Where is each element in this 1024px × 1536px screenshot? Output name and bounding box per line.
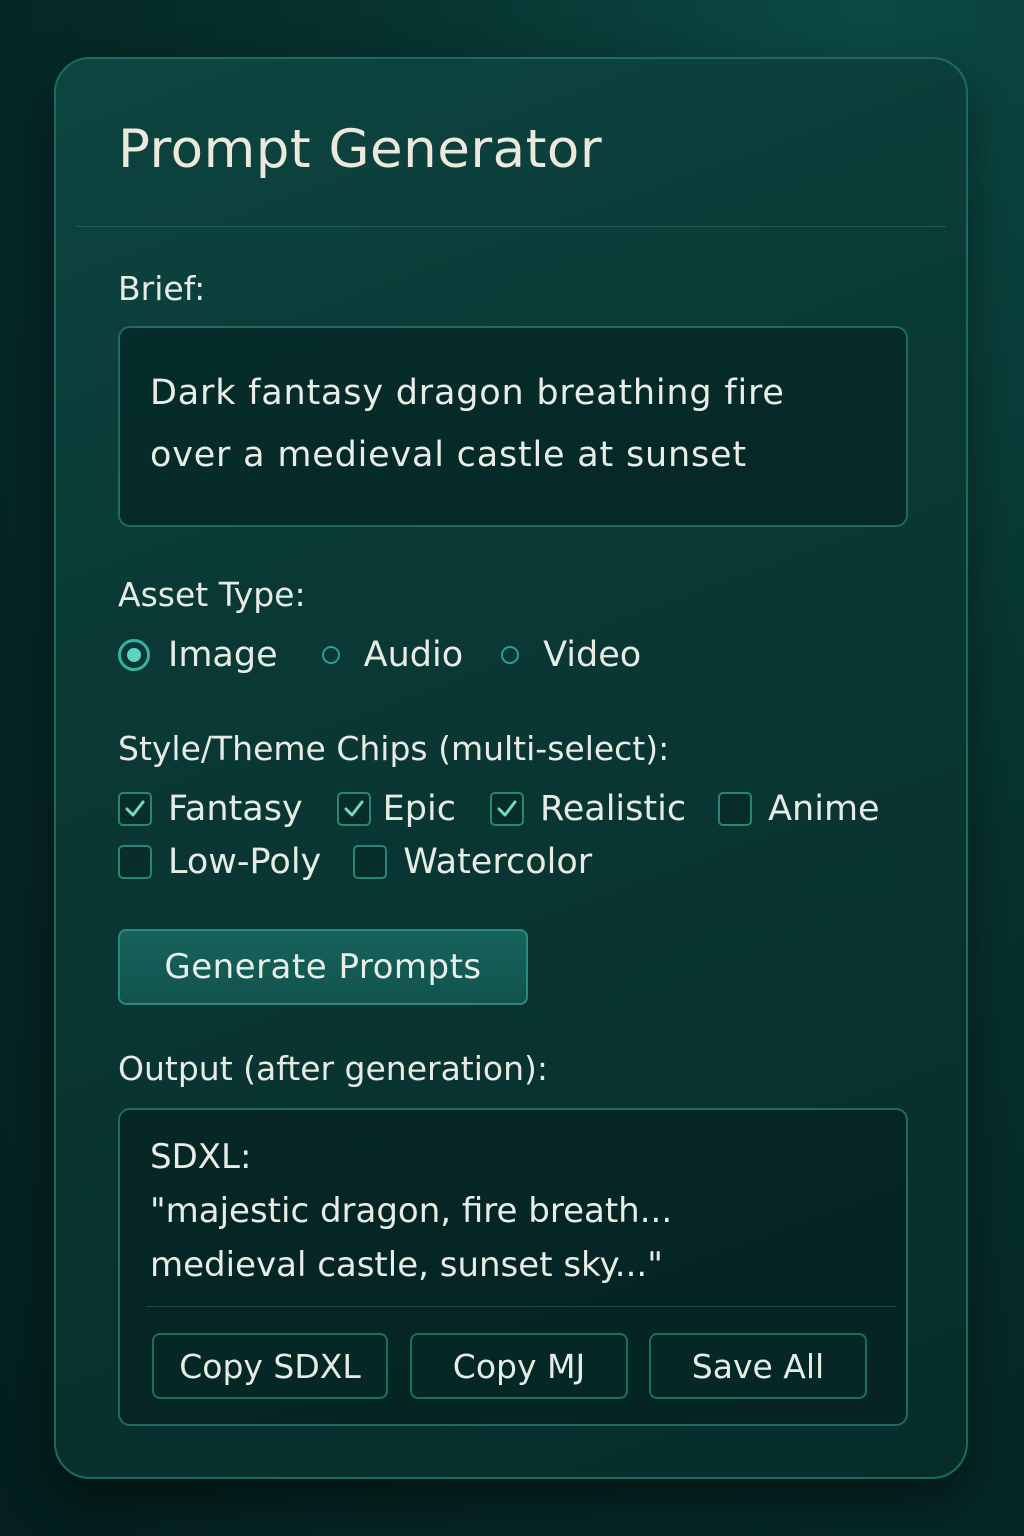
output-text[interactable]: SDXL: "majestic dragon, fire breath... m… — [150, 1130, 672, 1292]
chip-realistic-label: Realistic — [539, 789, 687, 829]
chip-watercolor-label: Watercolor — [403, 842, 593, 882]
radio-video[interactable]: Video — [493, 635, 641, 675]
output-line-1: "majestic dragon, fire breath... — [150, 1191, 673, 1231]
check-icon — [497, 800, 517, 817]
generate-prompts-button[interactable]: Generate Prompts — [118, 929, 528, 1005]
check-icon — [125, 800, 145, 817]
radio-image-label: Image — [168, 635, 278, 675]
brief-line-1: Dark fantasy dragon breathing fire — [150, 373, 785, 413]
chip-anime[interactable]: Anime — [718, 789, 880, 829]
radio-audio[interactable]: Audio — [314, 635, 463, 675]
chip-watercolor[interactable]: Watercolor — [353, 842, 592, 882]
radio-audio-label: Audio — [363, 635, 464, 675]
chip-anime-label: Anime — [768, 789, 880, 829]
checkbox-checked — [489, 792, 524, 826]
brief-textarea[interactable]: Dark fantasy dragon breathing fire over … — [118, 326, 908, 527]
save-all-button[interactable]: Save All — [649, 1333, 867, 1399]
title-divider — [76, 226, 946, 227]
asset-type-radio-group: Image Audio Video — [118, 632, 641, 678]
chip-epic-label: Epic — [382, 789, 456, 829]
chip-low-poly[interactable]: Low-Poly — [118, 842, 321, 882]
radio-image[interactable]: Image — [118, 635, 278, 675]
chip-realistic[interactable]: Realistic — [489, 789, 687, 829]
radio-video-label: Video — [543, 635, 642, 675]
brief-line-2: over a medieval castle at sunset — [150, 435, 747, 475]
checkbox-unchecked — [718, 792, 753, 826]
checkbox-unchecked — [118, 845, 152, 879]
checkbox-unchecked — [353, 845, 388, 879]
style-chips-label: Style/Theme Chips (multi-select): — [118, 729, 670, 768]
asset-type-label: Asset Type: — [118, 575, 306, 614]
checkbox-checked — [118, 792, 152, 826]
radio-unselected-icon — [321, 646, 340, 664]
chip-fantasy[interactable]: Fantasy — [118, 789, 303, 829]
output-label: Output (after generation): — [118, 1049, 549, 1088]
copy-mj-button[interactable]: Copy MJ — [410, 1333, 628, 1399]
prompt-generator-panel: Prompt Generator Brief: Dark fantasy dra… — [54, 57, 968, 1479]
chip-epic[interactable]: Epic — [336, 789, 456, 829]
radio-selected-icon — [118, 639, 150, 671]
check-icon — [344, 800, 364, 817]
radio-unselected-icon — [501, 646, 520, 664]
style-chip-row-1: Fantasy Epic Realistic Anime — [118, 786, 880, 832]
output-divider — [146, 1306, 896, 1307]
output-heading: SDXL: — [150, 1137, 252, 1177]
brief-label: Brief: — [118, 269, 206, 308]
checkbox-checked — [336, 792, 371, 826]
copy-sdxl-button[interactable]: Copy SDXL — [152, 1333, 388, 1399]
style-chip-row-2: Low-Poly Watercolor — [118, 839, 592, 885]
chip-fantasy-label: Fantasy — [168, 789, 303, 829]
page-title: Prompt Generator — [118, 119, 603, 180]
chip-low-poly-label: Low-Poly — [168, 842, 322, 882]
output-line-2: medieval castle, sunset sky..." — [150, 1245, 663, 1285]
output-panel: SDXL: "majestic dragon, fire breath... m… — [118, 1108, 908, 1426]
